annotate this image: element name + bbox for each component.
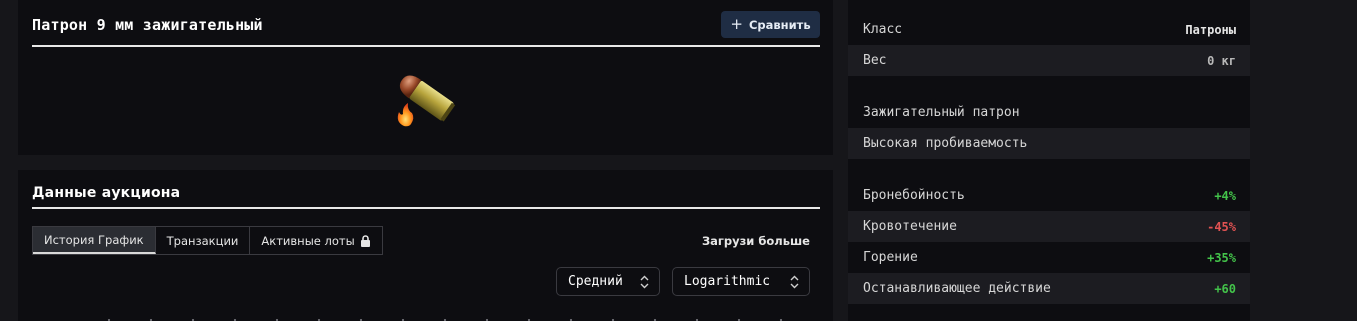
updown-chevron-icon — [640, 275, 649, 289]
tab-history-chart-label: История График — [44, 232, 144, 247]
feature-label: Высокая пробиваемость — [863, 136, 1028, 151]
modifier-row: Бронебойность +4% — [848, 180, 1250, 211]
auction-card: Данные аукциона История График Транзакци… — [18, 170, 833, 321]
modifier-row: Кровотечение -45% — [848, 211, 1250, 242]
auction-divider — [32, 207, 820, 209]
average-select-value: Средний — [568, 274, 623, 289]
load-more-link[interactable]: Загрузи больше — [702, 234, 810, 248]
tab-active-lots-label: Активные лоты — [261, 233, 355, 248]
plus-icon: + — [730, 15, 743, 33]
scale-select-value: Logarithmic — [684, 274, 771, 289]
stat-value: 0 кг — [1207, 53, 1236, 68]
tab-transactions-label: Транзакции — [166, 233, 239, 248]
feature-label: Зажигательный патрон — [863, 105, 1020, 120]
stat-row-weight: Вес 0 кг — [848, 45, 1250, 76]
stat-label: Вес — [863, 53, 887, 68]
item-title: Патрон 9 мм зажигательный — [32, 16, 263, 34]
modifier-label: Бронебойность — [863, 188, 965, 203]
feature-row: Высокая пробиваемость — [848, 128, 1250, 159]
modifier-value: -45% — [1207, 219, 1236, 234]
feature-row: Зажигательный патрон — [848, 97, 1250, 128]
incendiary-bullet-icon — [397, 75, 456, 127]
auction-tabs: История График Транзакции Активные лоты — [32, 226, 383, 255]
scale-select[interactable]: Logarithmic — [672, 267, 810, 296]
tab-active-lots[interactable]: Активные лоты — [250, 227, 381, 254]
compare-button[interactable]: + Сравнить — [721, 11, 820, 38]
modifier-label: Останавливающее действие — [863, 281, 1051, 296]
item-image — [391, 72, 463, 132]
stat-label: Класс — [863, 22, 903, 37]
lock-icon — [360, 234, 370, 247]
modifier-value: +4% — [1214, 188, 1236, 203]
compare-button-label: Сравнить — [748, 17, 811, 32]
average-select[interactable]: Средний — [556, 267, 660, 296]
item-card: Патрон 9 мм зажигательный + Сравнить — [18, 0, 833, 155]
item-stats-panel: Класс Патроны Вес 0 кг Зажигательный пат… — [848, 0, 1250, 321]
title-divider — [32, 45, 820, 47]
tab-history-chart[interactable]: История График — [33, 227, 156, 254]
tab-transactions[interactable]: Транзакции — [156, 227, 251, 254]
updown-chevron-icon — [790, 275, 799, 289]
modifier-row: Горение +35% — [848, 242, 1250, 273]
stat-row-class: Класс Патроны — [848, 14, 1250, 45]
modifier-value: +35% — [1207, 250, 1236, 265]
modifier-label: Кровотечение — [863, 219, 957, 234]
modifier-label: Горение — [863, 250, 918, 265]
auction-title: Данные аукциона — [32, 185, 181, 201]
modifier-row: Останавливающее действие +60 — [848, 273, 1250, 304]
stat-value: Патроны — [1185, 22, 1236, 37]
modifier-value: +60 — [1214, 281, 1236, 296]
